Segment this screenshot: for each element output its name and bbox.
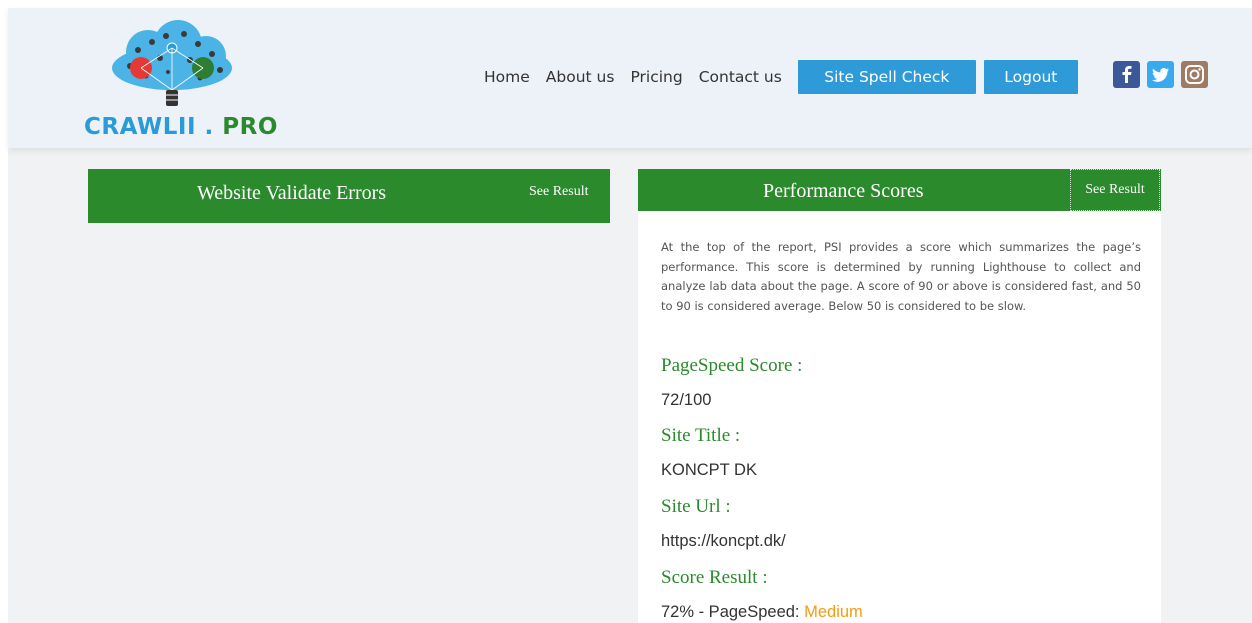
page-frame: CRAWLII . PRO Home About us Pricing Cont… — [8, 8, 1252, 623]
brand-name: CRAWLII . PRO — [84, 114, 278, 140]
site-title-value: KONCPT DK — [661, 461, 757, 479]
nav-contact-link[interactable]: Contact us — [699, 68, 782, 86]
nav-about-link[interactable]: About us — [546, 68, 615, 86]
see-result-button[interactable]: See Result — [529, 184, 589, 200]
score-result-value: 72% - PageSpeed: Medium — [661, 603, 863, 622]
pagespeed-score-value: 72/100 — [661, 391, 712, 409]
facebook-icon[interactable] — [1113, 61, 1140, 88]
site-url-value: https://koncpt.dk/ — [661, 532, 786, 550]
score-rating-badge: Medium — [804, 603, 863, 621]
site-header: CRAWLII . PRO Home About us Pricing Cont… — [8, 8, 1252, 148]
website-validate-errors-panel: Website Validate Errors See Result — [88, 169, 610, 223]
site-spell-check-button[interactable]: Site Spell Check — [797, 60, 976, 94]
performance-description: At the top of the report, PSI provides a… — [661, 240, 1141, 313]
see-result-button[interactable]: See Result — [1070, 169, 1160, 211]
panel-title: Performance Scores — [763, 180, 924, 202]
brand-name-part2: PRO — [222, 114, 278, 140]
performance-scores-panel: Performance Scores See Result — [638, 169, 1161, 211]
site-url-label: Site Url : — [661, 496, 731, 517]
score-result-label: Score Result : — [661, 567, 768, 588]
score-result-prefix: 72% - PageSpeed: — [661, 603, 805, 621]
site-logo[interactable]: CRAWLII . PRO — [84, 20, 284, 145]
logout-button[interactable]: Logout — [983, 60, 1078, 94]
cloud-network-logo-icon — [112, 20, 232, 106]
performance-scores-body: At the top of the report, PSI provides a… — [638, 211, 1161, 623]
social-links — [1113, 61, 1215, 88]
site-title-label: Site Title : — [661, 425, 741, 446]
nav-pricing-link[interactable]: Pricing — [630, 68, 682, 86]
main-nav: Home About us Pricing Contact us Site Sp… — [484, 60, 1086, 94]
pagespeed-score-label: PageSpeed Score : — [661, 355, 803, 376]
twitter-icon[interactable] — [1147, 61, 1174, 88]
instagram-icon[interactable] — [1181, 61, 1208, 88]
panel-title: Website Validate Errors — [197, 182, 387, 204]
brand-name-part1: CRAWLII . — [84, 114, 223, 140]
nav-home-link[interactable]: Home — [484, 68, 530, 86]
